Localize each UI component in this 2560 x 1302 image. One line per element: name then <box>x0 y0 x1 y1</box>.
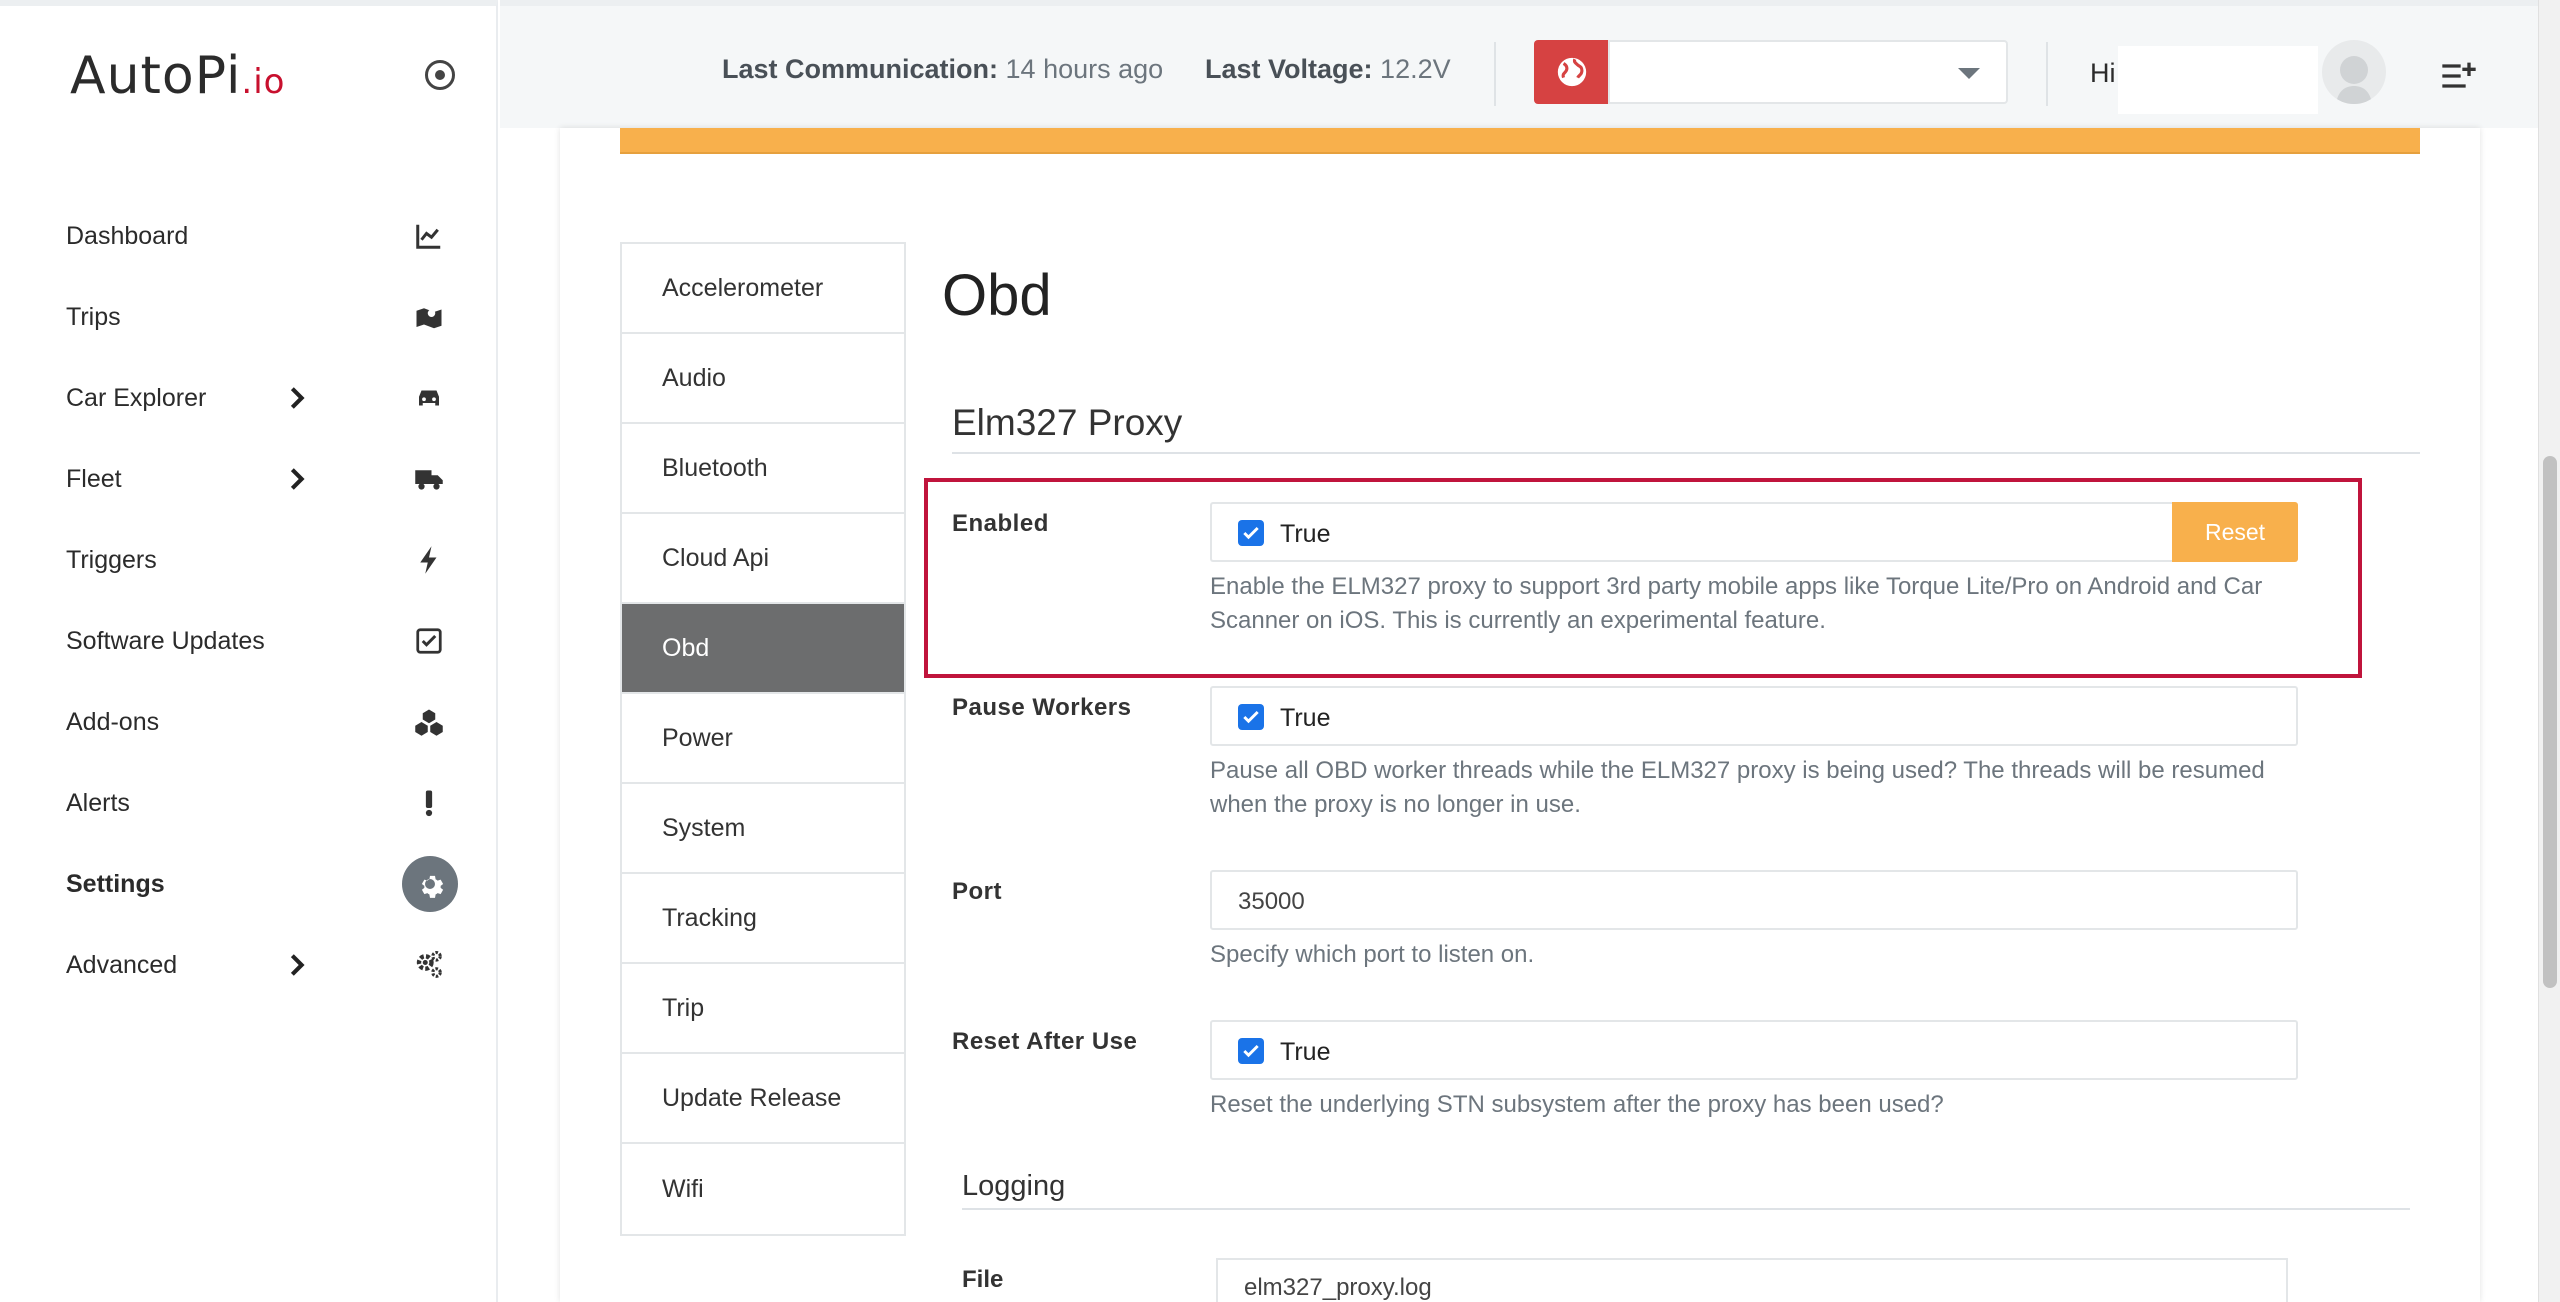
tab-accelerometer[interactable]: Accelerometer <box>622 244 904 334</box>
top-bar: Last Communication: 14 hours ago Last Vo… <box>500 0 2538 128</box>
tab-wifi[interactable]: Wifi <box>622 1144 904 1234</box>
car-icon <box>407 378 451 418</box>
sidebar-item-label: Advanced <box>66 950 178 979</box>
port-label: Port <box>952 878 1002 905</box>
sidebar-item-dashboard[interactable]: Dashboard <box>0 206 498 266</box>
cubes-icon <box>407 702 451 742</box>
sidebar-item-label: Car Explorer <box>66 383 207 412</box>
gear-icon <box>402 856 458 912</box>
gears-icon <box>407 945 451 985</box>
settings-tabs: Accelerometer Audio Bluetooth Cloud Api … <box>620 242 906 1236</box>
device-select[interactable] <box>1608 40 2008 104</box>
collapse-sidebar-icon[interactable] <box>425 60 455 90</box>
file-input[interactable]: elm327_proxy.log <box>1216 1258 2288 1302</box>
divider <box>2046 42 2048 106</box>
sidebar: AutoPi.io Dashboard Trips Car Explorer F… <box>0 0 498 1302</box>
user-name <box>2118 46 2318 114</box>
sidebar-item-label: Triggers <box>66 545 157 574</box>
sidebar-item-trips[interactable]: Trips <box>0 287 498 347</box>
sidebar-item-car-explorer[interactable]: Car Explorer <box>0 368 498 428</box>
page-title: Obd <box>942 263 1052 328</box>
pause-workers-checkbox-label: True <box>1280 704 1331 732</box>
enabled-checkbox-label: True <box>1280 520 1331 548</box>
avatar[interactable] <box>2322 40 2386 104</box>
port-value: 35000 <box>1238 888 1305 915</box>
sidebar-item-label: Fleet <box>66 464 122 493</box>
divider <box>1494 42 1496 106</box>
tab-trip[interactable]: Trip <box>622 964 904 1054</box>
file-label: File <box>962 1266 1004 1293</box>
pause-workers-help: Pause all OBD worker threads while the E… <box>1210 757 2265 818</box>
sidebar-item-label: Alerts <box>66 788 130 817</box>
sidebar-item-fleet[interactable]: Fleet <box>0 449 498 509</box>
exclamation-icon <box>407 783 451 823</box>
reset-after-use-checkbox[interactable] <box>1238 1038 1264 1064</box>
truck-icon <box>407 459 451 499</box>
reset-after-use-label: Reset After Use <box>952 1028 1138 1055</box>
sidebar-item-software-updates[interactable]: Software Updates <box>0 611 498 671</box>
chevron-right-icon <box>290 387 305 409</box>
map-marker-icon <box>407 297 451 337</box>
pause-workers-field: True <box>1210 686 2298 746</box>
tab-tracking[interactable]: Tracking <box>622 874 904 964</box>
logging-divider <box>962 1208 2410 1210</box>
pause-workers-label: Pause Workers <box>952 694 1132 721</box>
reset-after-use-help: Reset the underlying STN subsystem after… <box>1210 1091 1944 1118</box>
globe-icon <box>1557 57 1587 87</box>
chevron-right-icon <box>290 954 305 976</box>
autopi-logo[interactable]: AutoPi.io <box>70 46 285 106</box>
tab-bluetooth[interactable]: Bluetooth <box>622 424 904 514</box>
reset-after-use-checkbox-label: True <box>1280 1038 1331 1066</box>
logging-title: Logging <box>962 1170 1066 1202</box>
scrollbar[interactable] <box>2538 0 2560 1302</box>
caret-down-icon <box>1958 68 1980 79</box>
tab-power[interactable]: Power <box>622 694 904 784</box>
check-square-icon <box>407 621 451 661</box>
section-divider <box>952 452 2420 454</box>
pause-workers-checkbox[interactable] <box>1238 704 1264 730</box>
sidebar-item-triggers[interactable]: Triggers <box>0 530 498 590</box>
sidebar-item-label: Software Updates <box>66 626 265 655</box>
file-value: elm327_proxy.log <box>1244 1274 1432 1301</box>
warning-banner <box>620 128 2420 154</box>
enabled-field: True <box>1210 502 2174 562</box>
chevron-right-icon <box>290 468 305 490</box>
tab-system[interactable]: System <box>622 784 904 874</box>
menu-add-icon[interactable] <box>2438 56 2480 96</box>
reset-after-use-field: True <box>1210 1020 2298 1080</box>
tab-audio[interactable]: Audio <box>622 334 904 424</box>
enabled-label: Enabled <box>952 510 1049 537</box>
port-input[interactable]: 35000 <box>1210 870 2298 930</box>
tab-update-release[interactable]: Update Release <box>622 1054 904 1144</box>
sidebar-item-label: Trips <box>66 302 121 331</box>
sidebar-item-advanced[interactable]: Advanced <box>0 935 498 995</box>
reset-button[interactable]: Reset <box>2172 502 2298 562</box>
sidebar-item-label: Dashboard <box>66 221 189 250</box>
port-help: Specify which port to listen on. <box>1210 941 1535 968</box>
user-greeting: Hi <box>2090 58 2116 88</box>
last-voltage: Last Voltage: 12.2V <box>1205 54 1451 84</box>
section-title: Elm327 Proxy <box>952 402 1183 443</box>
sidebar-item-settings[interactable]: Settings <box>0 854 498 914</box>
chart-line-icon <box>407 216 451 256</box>
last-communication: Last Communication: 14 hours ago <box>722 54 1164 84</box>
sidebar-item-label: Settings <box>66 869 165 898</box>
enabled-checkbox[interactable] <box>1238 520 1264 546</box>
sidebar-item-add-ons[interactable]: Add-ons <box>0 692 498 752</box>
bolt-icon <box>407 540 451 580</box>
scrollbar-thumb[interactable] <box>2543 456 2557 988</box>
enabled-help: Enable the ELM327 proxy to support 3rd p… <box>1210 573 2263 634</box>
sidebar-item-alerts[interactable]: Alerts <box>0 773 498 833</box>
tab-cloud-api[interactable]: Cloud Api <box>622 514 904 604</box>
tab-obd[interactable]: Obd <box>622 604 904 694</box>
globe-button[interactable] <box>1534 40 1610 104</box>
sidebar-item-label: Add-ons <box>66 707 160 736</box>
